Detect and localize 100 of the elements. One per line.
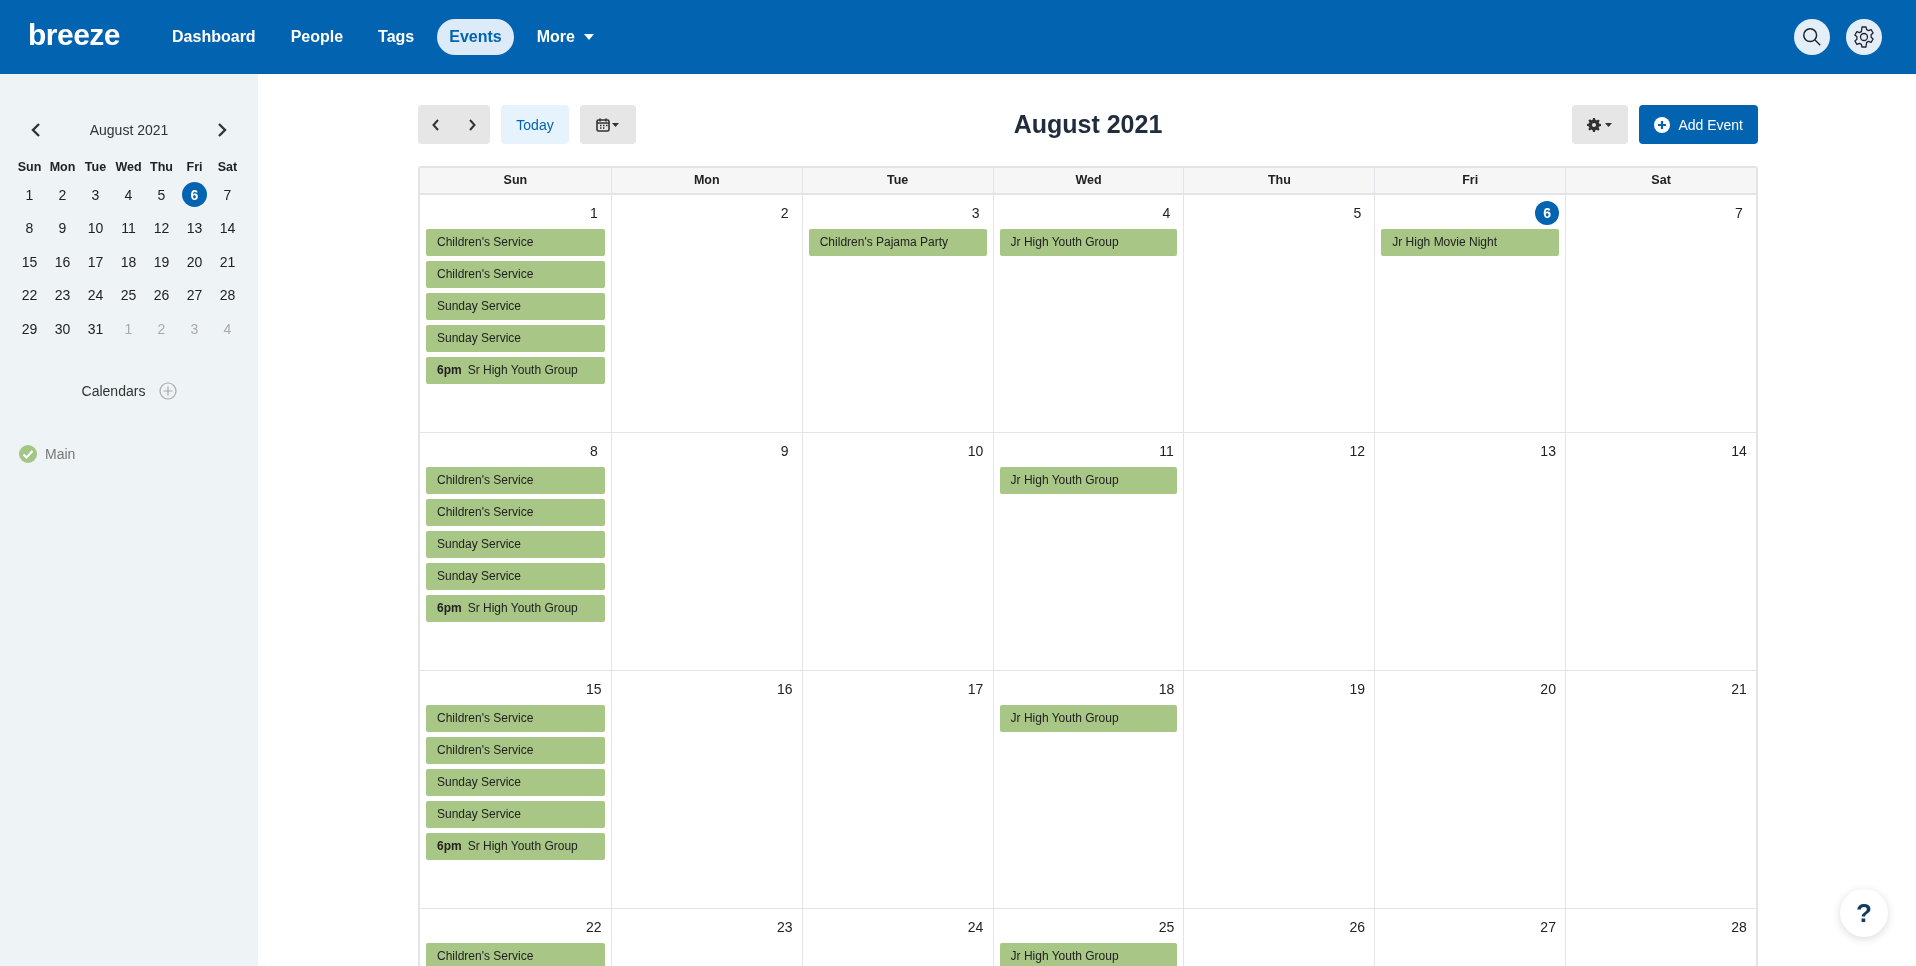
date-cell[interactable]: 8 (17, 215, 42, 241)
event[interactable]: Jr High Youth Group (999, 467, 1178, 494)
date-cell[interactable]: 26 (149, 282, 174, 308)
date-cell[interactable]: 5 (149, 182, 174, 208)
event[interactable]: 6pm Sr High Youth Group (426, 595, 605, 622)
event[interactable]: Sunday Service (426, 801, 605, 828)
date-cell[interactable]: 14 (215, 215, 240, 241)
date-cell[interactable]: 11 (116, 215, 141, 241)
date-cell[interactable]: 30 (50, 316, 75, 342)
column-header: Mon (610, 168, 802, 193)
add-event-button[interactable]: Add Event (1639, 105, 1758, 144)
event[interactable]: 6pm Sr High Youth Group (426, 833, 605, 860)
column-header: Sat (1565, 168, 1756, 193)
day-number: 28 (1730, 918, 1748, 937)
event[interactable]: Sunday Service (426, 531, 605, 558)
date-cell[interactable]: 3 (83, 182, 108, 208)
day-number: 19 (1348, 680, 1367, 699)
day-number: 11 (1158, 442, 1175, 461)
column-header: Fri (1374, 168, 1566, 193)
nav-tab[interactable]: Dashboard (160, 19, 268, 55)
day-number: 24 (966, 918, 985, 937)
calendars-heading: Calendars (81, 382, 146, 399)
caret-icon (582, 33, 595, 41)
event[interactable]: Jr High Youth Group (999, 943, 1178, 966)
event[interactable]: Jr High Youth Group (999, 229, 1178, 256)
event[interactable]: Jr High Movie Night (1381, 229, 1560, 256)
date-cell[interactable]: 16 (50, 249, 75, 275)
day-number: 6 (1535, 201, 1560, 225)
settings-menu-button[interactable] (1572, 105, 1629, 144)
settings-button[interactable] (1846, 19, 1882, 55)
date-cell[interactable]: 28 (215, 282, 240, 308)
event[interactable]: Sunday Service (426, 769, 605, 796)
day-number: 15 (585, 680, 603, 699)
day-number: 25 (1157, 918, 1176, 937)
day-number: 10 (966, 442, 985, 461)
event[interactable]: Children's Service (426, 229, 605, 256)
event[interactable]: Sunday Service (426, 293, 605, 320)
nav-tab[interactable]: More (524, 19, 607, 55)
date-cell[interactable]: 27 (182, 282, 207, 308)
weekday-label: Mon (48, 159, 77, 176)
date-cell[interactable]: 7 (215, 182, 240, 208)
event[interactable]: Children's Service (426, 943, 605, 966)
weekday-label: Sat (216, 159, 239, 176)
event[interactable]: Sunday Service (426, 563, 605, 590)
help-button[interactable]: ? (1840, 889, 1888, 937)
calendar-icon (596, 117, 620, 132)
date-cell[interactable]: 19 (149, 249, 174, 275)
date-cell[interactable]: 20 (182, 249, 207, 275)
date-cell[interactable]: 24 (83, 282, 108, 308)
day-number: 12 (1348, 442, 1367, 461)
date-cell[interactable]: 17 (83, 249, 108, 275)
date-cell[interactable]: 25 (116, 282, 141, 308)
date-cell[interactable]: 22 (17, 282, 42, 308)
nav-tab[interactable]: Tags (366, 19, 427, 55)
event[interactable]: Children's Service (426, 705, 605, 732)
date-cell[interactable]: 29 (17, 316, 42, 342)
day-number: 21 (1730, 680, 1748, 699)
date-cell[interactable]: 23 (50, 282, 75, 308)
today-button[interactable]: Today (501, 105, 569, 144)
event[interactable]: Children's Service (426, 499, 605, 526)
day-number: 7 (1734, 204, 1744, 223)
event[interactable]: Sunday Service (426, 325, 605, 352)
column-header: Tue (801, 168, 993, 193)
date-cell[interactable]: 15 (17, 249, 42, 275)
event[interactable]: Children's Service (426, 737, 605, 764)
day-number: 4 (1161, 204, 1172, 223)
date-cell[interactable]: 12 (149, 215, 174, 241)
logo[interactable]: breeze (28, 18, 121, 52)
date-cell[interactable]: 2 (50, 182, 75, 208)
day-number: 27 (1539, 918, 1557, 937)
chevron-left-icon (31, 123, 41, 137)
day-number: 22 (585, 918, 603, 937)
date-cell[interactable]: 4 (116, 182, 141, 208)
checked-circle-icon[interactable] (18, 443, 38, 464)
nav-tab[interactable]: People (278, 19, 356, 55)
date-cell[interactable]: 1 (17, 182, 42, 208)
weekday-label: Fri (185, 159, 204, 176)
date-cell[interactable]: 18 (116, 249, 141, 275)
event[interactable]: Children's Pajama Party (808, 229, 987, 256)
date-cell[interactable]: 6 (182, 182, 207, 208)
date-cell[interactable]: 21 (215, 249, 240, 275)
date-cell[interactable]: 31 (83, 316, 108, 342)
column-header: Sun (502, 172, 529, 189)
day-number: 2 (779, 204, 790, 223)
day-number: 23 (775, 918, 794, 937)
nav-tab[interactable]: Events (437, 19, 514, 55)
calendar-name: Main (45, 445, 76, 462)
day-number: 16 (775, 680, 794, 699)
view-menu-button[interactable] (580, 105, 636, 144)
day-number: 13 (1539, 442, 1557, 461)
event[interactable]: 6pm Sr High Youth Group (426, 357, 605, 384)
day-number: 8 (588, 442, 599, 461)
date-cell[interactable]: 10 (83, 215, 108, 241)
event[interactable]: Children's Service (426, 261, 605, 288)
date-cell[interactable]: 9 (50, 215, 75, 241)
date-cell[interactable]: 13 (182, 215, 207, 241)
day-number: 17 (966, 680, 985, 699)
search-button[interactable] (1794, 19, 1830, 55)
event[interactable]: Children's Service (426, 467, 605, 494)
event[interactable]: Jr High Youth Group (999, 705, 1178, 732)
